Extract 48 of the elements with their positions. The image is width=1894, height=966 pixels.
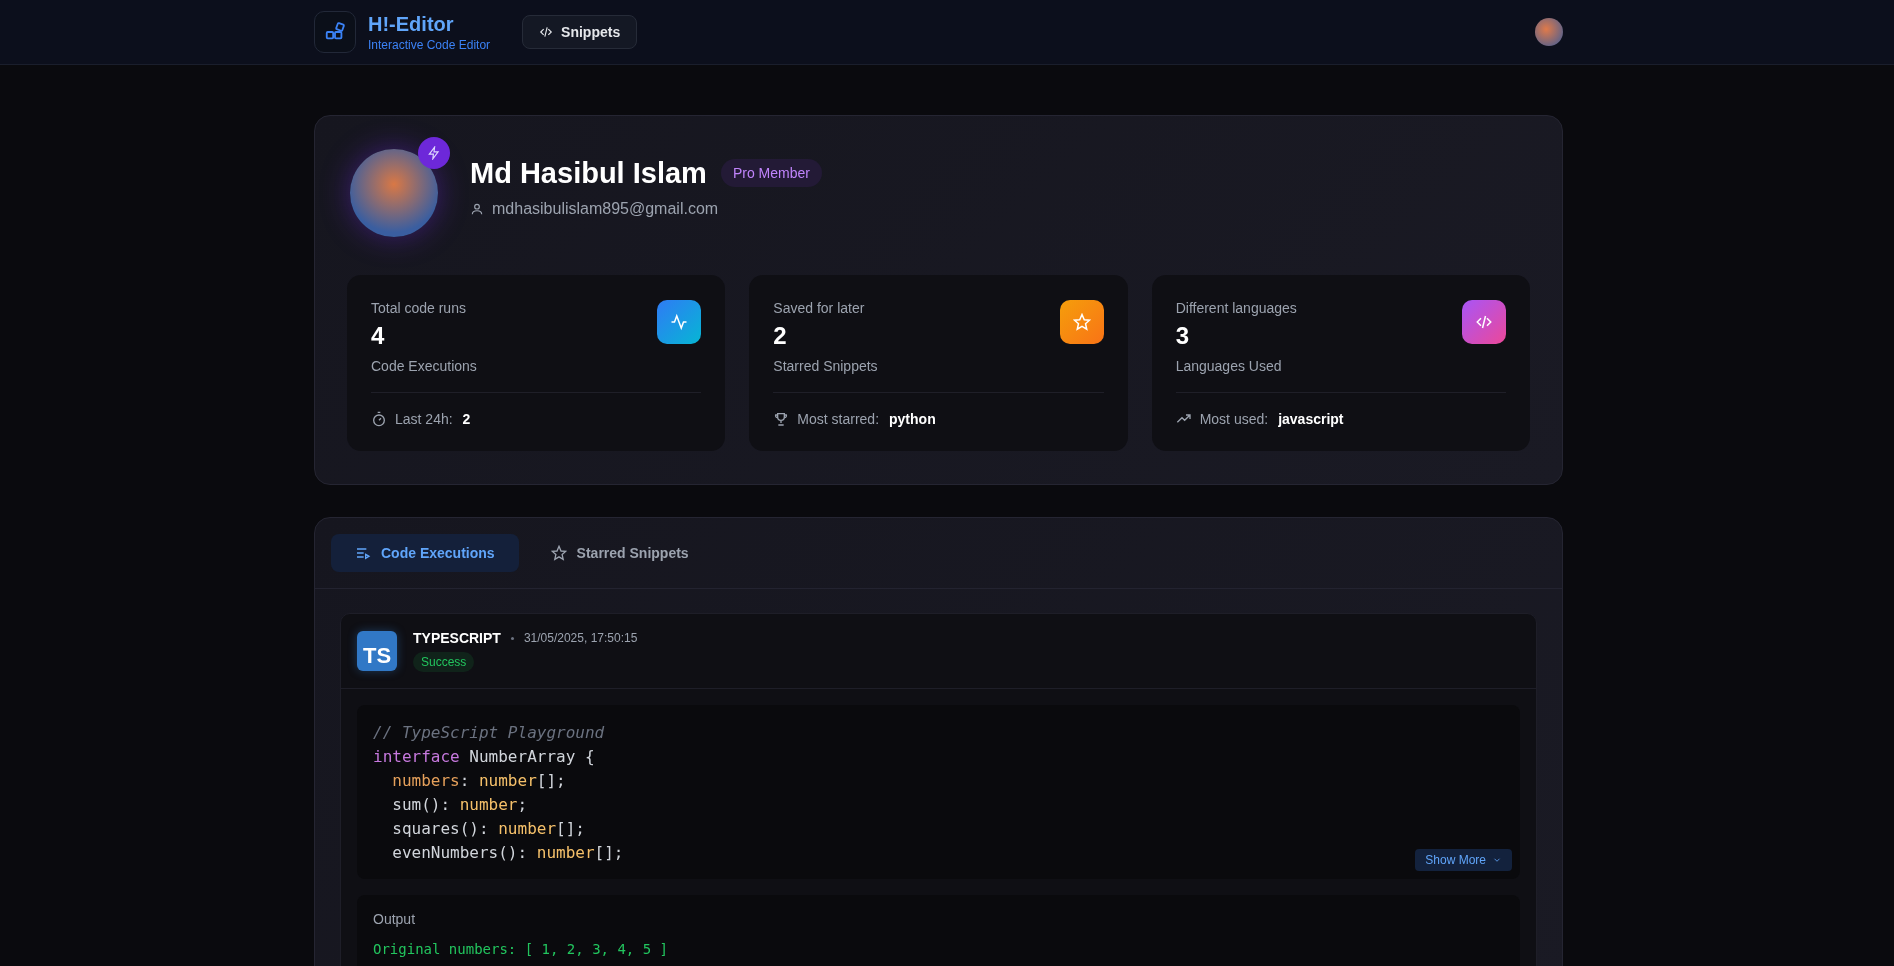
logo-icon xyxy=(314,11,356,53)
profile-email: mdhasibulislam895@gmail.com xyxy=(492,199,719,218)
code-line: numbers: number[]; xyxy=(391,770,566,792)
timer-icon xyxy=(371,411,387,427)
status-badge: Success xyxy=(413,652,475,672)
user-icon xyxy=(470,201,484,216)
stat-caption: Code Executions xyxy=(371,358,477,374)
output-label: Output xyxy=(373,911,417,927)
member-badge: Pro Member xyxy=(720,159,822,187)
stat-value: 2 xyxy=(773,322,788,350)
tab[interactable]: Starred Snippets xyxy=(526,534,713,572)
code-line: squares(): number[]; xyxy=(391,818,585,840)
code-line: sum(): number; xyxy=(391,794,528,816)
show-more-button[interactable]: Show More xyxy=(1415,849,1512,871)
stat-value: 3 xyxy=(1175,322,1190,350)
stat-footer-value: javascript xyxy=(1278,411,1344,427)
stat-footer-label: Most starred: xyxy=(797,411,880,427)
stat-title: Saved for later xyxy=(773,300,866,316)
list-icon xyxy=(355,545,371,561)
profile-name: Md Hasibul Islam xyxy=(470,156,707,190)
user-avatar[interactable] xyxy=(1535,18,1563,46)
language-name: TYPESCRIPT xyxy=(413,630,501,646)
execution-time: 31/05/2025, 17:50:15 xyxy=(523,631,638,645)
stat-caption: Starred Snippets xyxy=(773,358,878,374)
code-line: evenNumbers(): number[]; xyxy=(391,842,624,864)
stat-footer-value: 2 xyxy=(462,411,471,427)
code-icon xyxy=(1462,300,1506,344)
brand-tagline: Interactive Code Editor xyxy=(368,37,491,52)
output-line: Original numbers: [ 1, 2, 3, 4, 5 ] xyxy=(373,941,669,957)
snippets-button[interactable]: Snippets xyxy=(522,15,638,49)
trophy-icon xyxy=(773,411,790,427)
stat-title: Total code runs xyxy=(371,300,467,316)
stat-footer-label: Last 24h: xyxy=(395,411,453,427)
tab[interactable]: Code Executions xyxy=(331,534,519,572)
separator-dot xyxy=(510,636,514,640)
code-line: // TypeScript Playground xyxy=(373,722,605,744)
stat-value: 4 xyxy=(371,322,386,350)
brand-name[interactable]: H!-Editor xyxy=(368,12,491,36)
stat-caption: Languages Used xyxy=(1175,358,1283,374)
stat-footer-value: python xyxy=(889,411,936,427)
stat-title: Different languages xyxy=(1175,300,1297,316)
star-icon xyxy=(550,545,567,561)
activity-icon xyxy=(657,300,702,344)
lightning-icon xyxy=(418,137,450,169)
language-logo: TS xyxy=(357,631,397,671)
code-line: interface NumberArray { xyxy=(373,746,595,768)
stat-footer-label: Most used: xyxy=(1199,411,1269,427)
code-icon xyxy=(539,25,554,39)
